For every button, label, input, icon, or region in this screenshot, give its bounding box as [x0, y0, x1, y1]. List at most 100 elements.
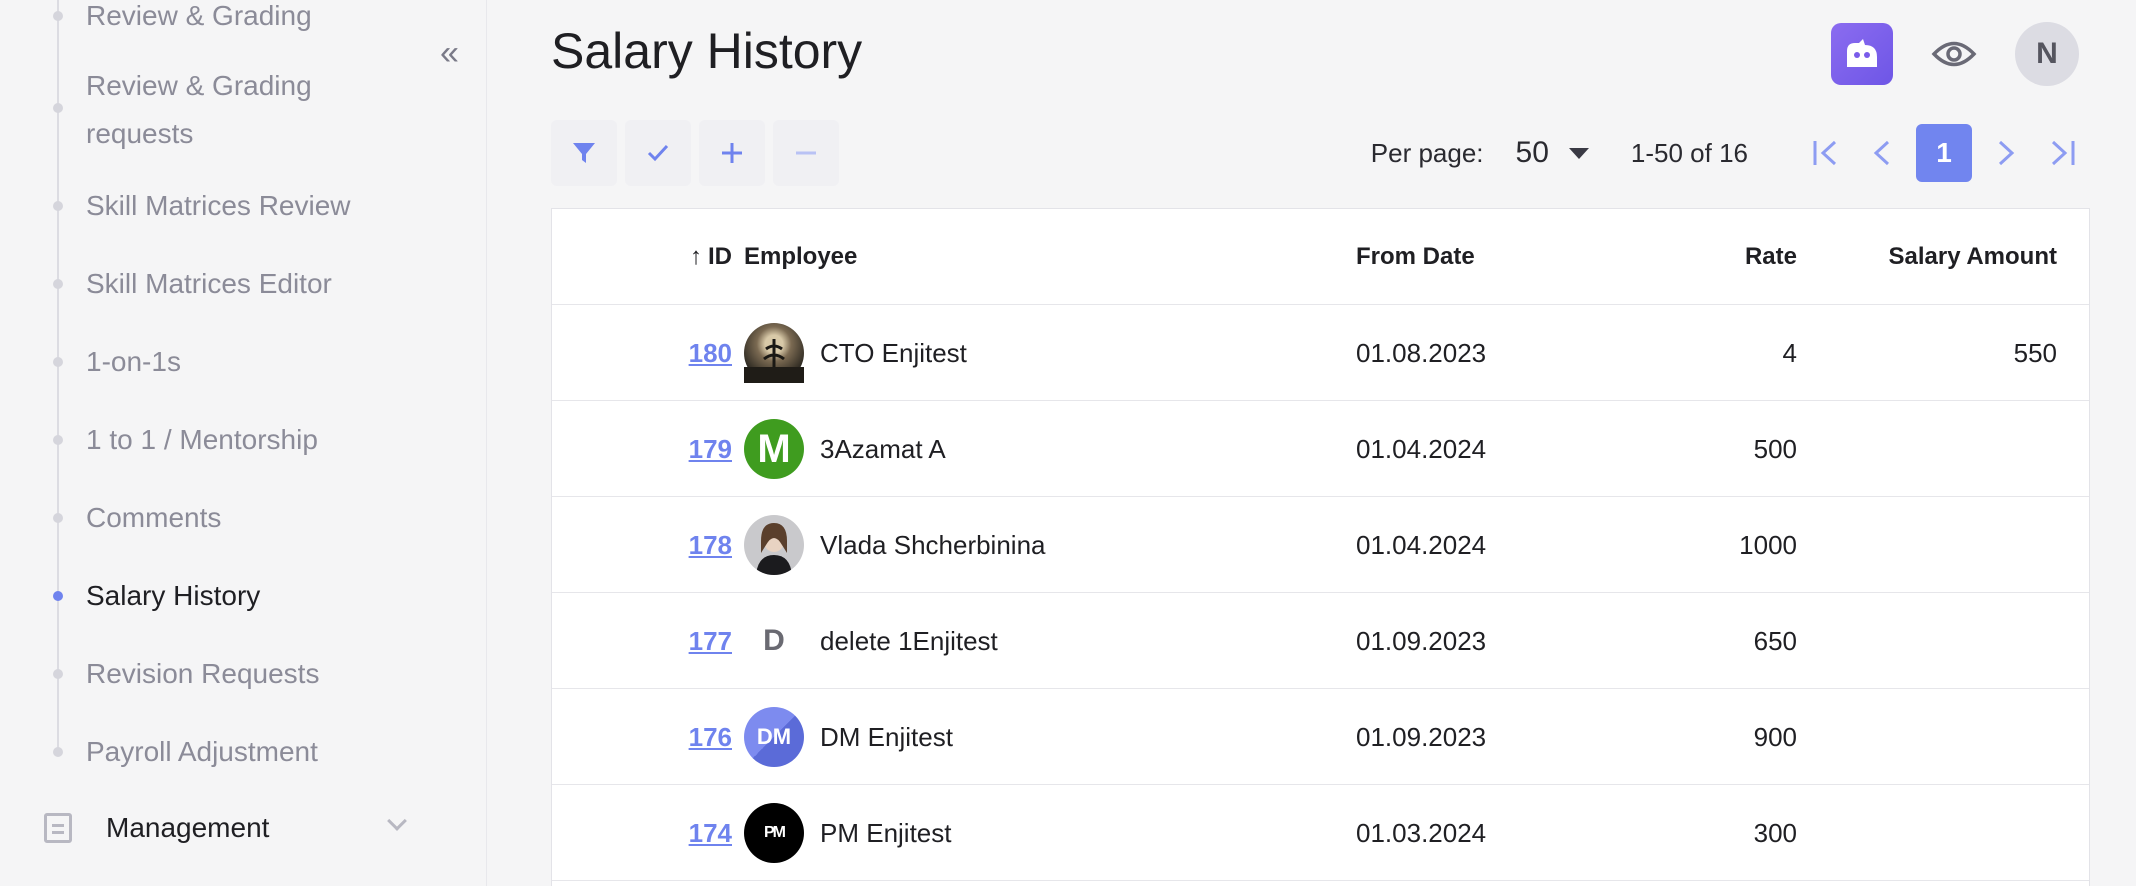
- nav-dot-active: [53, 591, 63, 601]
- rate-cell: 500: [1753, 433, 1797, 464]
- sidebar-section-management[interactable]: Management: [44, 804, 407, 852]
- per-page-label: Per page:: [1370, 137, 1484, 168]
- table-row[interactable]: 180 CTO Enjitest 01.08.2023 4 550: [552, 305, 2089, 401]
- per-page-select[interactable]: 50: [1516, 136, 1549, 170]
- rate-cell: 300: [1753, 817, 1797, 848]
- last-page-icon: [2051, 140, 2075, 166]
- row-id-link[interactable]: 177: [689, 626, 732, 657]
- from-date-cell: 01.09.2023: [1356, 625, 1487, 656]
- table-row[interactable]: 179 M 3Azamat A 01.04.2024 500: [552, 401, 2089, 497]
- row-id-link[interactable]: 180: [689, 338, 732, 369]
- prev-page-button[interactable]: [1854, 124, 1910, 182]
- table-row[interactable]: 177 D delete 1Enjitest 01.09.2023 650: [552, 593, 2089, 689]
- avatar: PM: [744, 803, 804, 863]
- filter-button[interactable]: [551, 120, 617, 186]
- rate-cell: 650: [1753, 625, 1797, 656]
- add-button[interactable]: [699, 120, 765, 186]
- select-button[interactable]: [625, 120, 691, 186]
- pagination-range: 1-50 of 16: [1630, 137, 1748, 168]
- clipboard-icon: [44, 813, 72, 843]
- sidebar-item-comments[interactable]: Comments: [86, 494, 221, 542]
- nav-dot: [53, 279, 63, 289]
- avatar: M: [744, 419, 804, 479]
- nav-dot: [53, 11, 63, 21]
- column-header-salary-amount[interactable]: Salary Amount: [1802, 209, 2057, 305]
- nav-dot: [53, 435, 63, 445]
- rate-cell: 1000: [1739, 529, 1797, 560]
- employee-name: CTO Enjitest: [820, 337, 967, 368]
- salary-amount-cell: [1802, 497, 2057, 593]
- sidebar-item-skill-matrices-editor[interactable]: Skill Matrices Editor: [86, 260, 332, 308]
- salary-amount-cell: [1802, 785, 2057, 881]
- sidebar-item-skill-matrices-review[interactable]: Skill Matrices Review: [86, 182, 351, 230]
- column-header-id[interactable]: ↑ ID: [612, 209, 732, 305]
- row-id-link[interactable]: 178: [689, 530, 732, 561]
- table-row[interactable]: 178 Vlada Shcherbinina 01.04.2024 1000: [552, 497, 2089, 593]
- avatar: DM: [744, 707, 804, 767]
- from-date-cell: 01.04.2024: [1356, 433, 1487, 464]
- salary-amount-cell: [1802, 689, 2057, 785]
- eye-icon[interactable]: [1927, 27, 1981, 81]
- sidebar-item-salary-history[interactable]: Salary History: [86, 572, 260, 620]
- page-title: Salary History: [551, 23, 863, 79]
- sidebar-item-1-on-1s[interactable]: 1-on-1s: [86, 338, 181, 386]
- last-page-button[interactable]: [2034, 124, 2090, 182]
- salary-amount-cell: 550: [2013, 337, 2057, 368]
- table-header-row: ↑ ID Employee From Date Rate Salary Amou…: [552, 209, 2089, 305]
- row-id-link[interactable]: 174: [689, 818, 732, 849]
- salary-amount-cell: [1802, 401, 2057, 497]
- sidebar: Review & Grading Review & Grading reques…: [0, 0, 487, 886]
- table-row[interactable]: 174 PM PM Enjitest 01.03.2024 300: [552, 785, 2089, 881]
- from-date-cell: 01.08.2023: [1356, 337, 1487, 368]
- salary-amount-cell: [1802, 593, 2057, 689]
- table-row[interactable]: 176 DM DM Enjitest 01.09.2023 900: [552, 689, 2089, 785]
- collapse-sidebar-button[interactable]: «: [440, 34, 459, 73]
- row-id-link[interactable]: 176: [689, 722, 732, 753]
- sidebar-section-label: Management: [106, 812, 270, 843]
- nav-dot: [53, 357, 63, 367]
- from-date-cell: 01.09.2023: [1356, 721, 1487, 752]
- avatar: [744, 323, 804, 383]
- nav-dot: [53, 201, 63, 211]
- first-page-button[interactable]: [1798, 124, 1854, 182]
- salary-history-table: ↑ ID Employee From Date Rate Salary Amou…: [551, 208, 2090, 886]
- next-page-button[interactable]: [1978, 124, 2034, 182]
- from-date-cell: 01.03.2024: [1356, 817, 1487, 848]
- sidebar-item-payroll-adjustment[interactable]: Payroll Adjustment: [86, 728, 318, 776]
- chevron-right-icon: [1998, 140, 2015, 166]
- nav-dot: [53, 747, 63, 757]
- employee-name: 3Azamat A: [820, 433, 946, 464]
- row-id-link[interactable]: 179: [689, 434, 732, 465]
- minus-icon: [796, 151, 816, 155]
- column-header-from-date[interactable]: From Date: [1356, 209, 1576, 305]
- column-header-employee[interactable]: Employee: [744, 209, 1324, 305]
- chevron-down-icon: [387, 811, 407, 831]
- user-avatar[interactable]: N: [2015, 22, 2079, 86]
- table-toolbar: [551, 120, 839, 186]
- remove-button[interactable]: [773, 120, 839, 186]
- caret-down-icon[interactable]: [1568, 147, 1589, 159]
- from-date-cell: 01.04.2024: [1356, 529, 1487, 560]
- employee-name: DM Enjitest: [820, 721, 953, 752]
- filter-icon: [573, 143, 595, 163]
- plus-icon: [722, 143, 742, 163]
- current-page-button[interactable]: 1: [1916, 124, 1972, 182]
- sidebar-item-review-grading-requests[interactable]: Review & Grading requests: [86, 62, 386, 158]
- employee-name: delete 1Enjitest: [820, 625, 998, 656]
- first-page-icon: [1813, 140, 1837, 166]
- nav-dot: [53, 669, 63, 679]
- employee-name: Vlada Shcherbinina: [820, 529, 1046, 560]
- sidebar-item-review-grading[interactable]: Review & Grading: [86, 0, 312, 40]
- sidebar-item-revision-requests[interactable]: Revision Requests: [86, 650, 319, 698]
- rate-cell: 900: [1753, 721, 1797, 752]
- sidebar-item-mentorship[interactable]: 1 to 1 / Mentorship: [86, 416, 318, 464]
- avatar: [744, 515, 804, 575]
- nav-dot: [53, 103, 63, 113]
- employee-name: PM Enjitest: [820, 817, 952, 848]
- top-right-icons: N: [1831, 22, 2079, 86]
- app-logo-icon[interactable]: [1831, 23, 1893, 85]
- avatar: D: [744, 611, 804, 671]
- check-icon: [647, 144, 669, 162]
- nav-dot: [53, 513, 63, 523]
- column-header-rate[interactable]: Rate: [1552, 209, 1797, 305]
